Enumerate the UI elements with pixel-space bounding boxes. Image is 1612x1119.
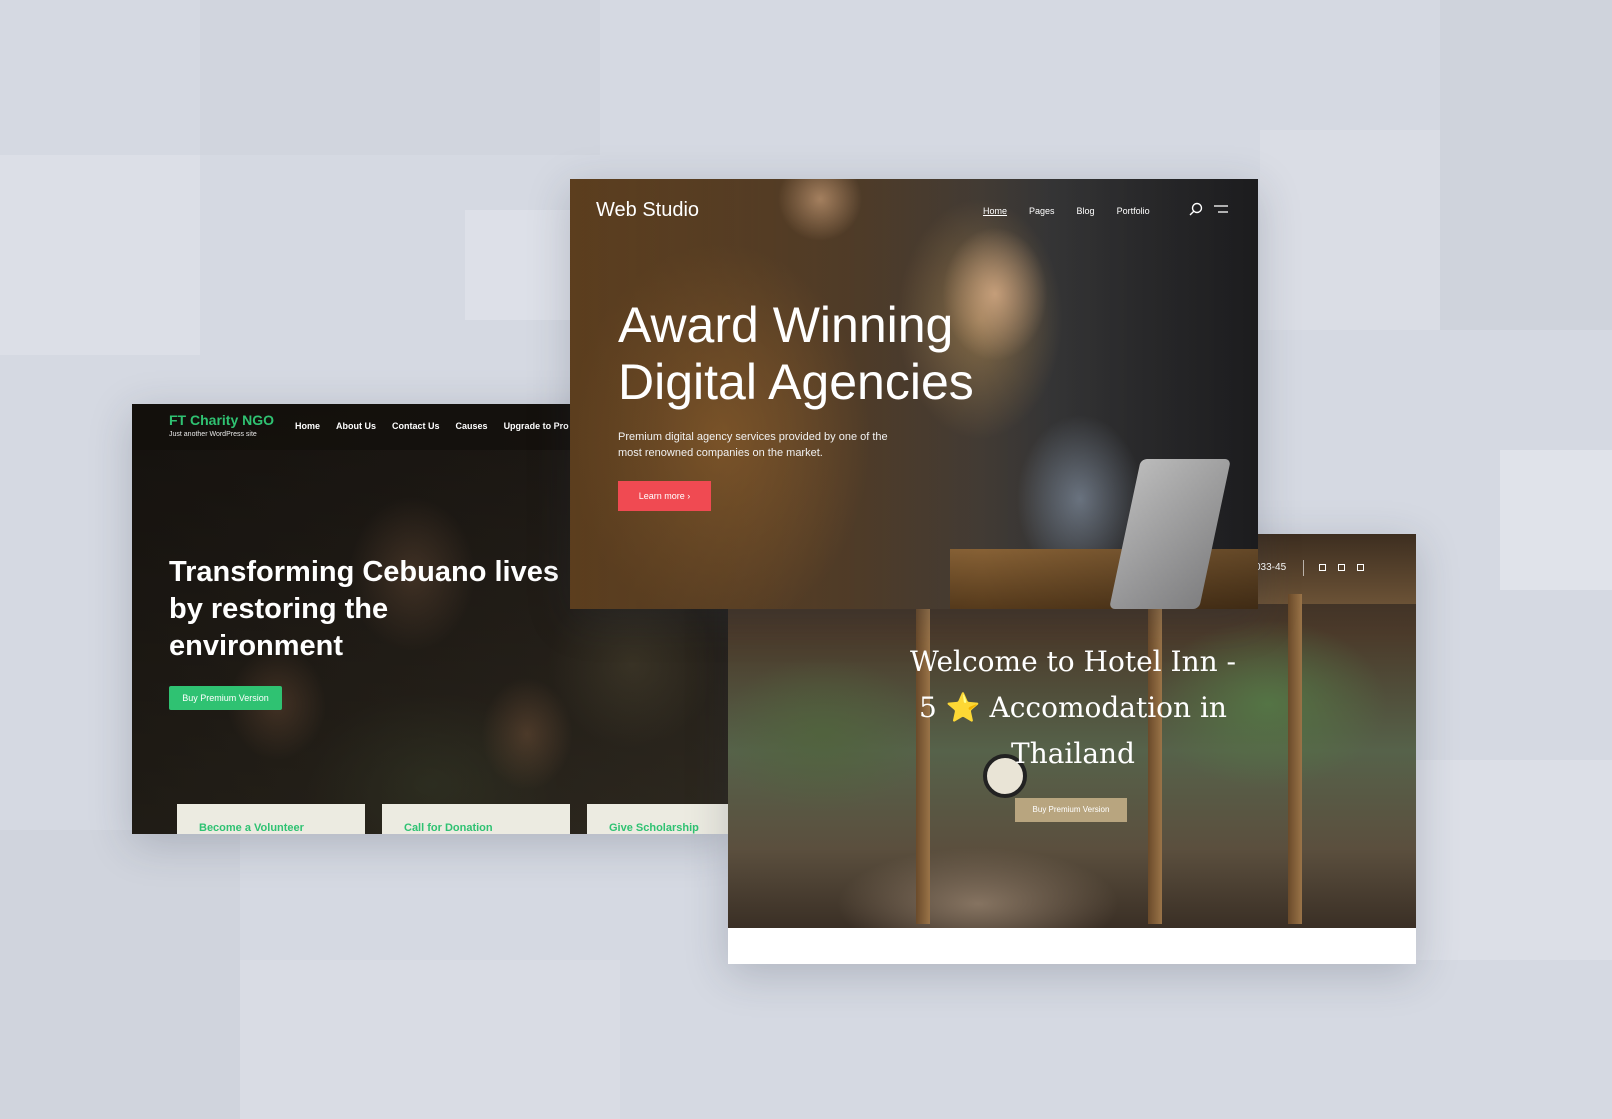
nav-item-pages[interactable]: Pages bbox=[1029, 206, 1055, 216]
nav-menu: Home Pages Blog Portfolio bbox=[983, 206, 1150, 216]
feature-card-scholarship[interactable]: Give Scholarship bbox=[587, 804, 732, 834]
header-divider bbox=[1303, 560, 1304, 576]
search-icon[interactable] bbox=[1189, 202, 1203, 216]
site-tagline: Just another WordPress site bbox=[169, 431, 257, 438]
background-tile bbox=[1410, 760, 1612, 960]
nav-item-home[interactable]: Home bbox=[983, 206, 1007, 216]
nav-item-upgrade[interactable]: Upgrade to Pro bbox=[504, 421, 569, 431]
buy-premium-button[interactable]: Buy Premium Version bbox=[1015, 798, 1127, 822]
background-tile bbox=[1260, 130, 1440, 330]
nav-item-contact-us[interactable]: Contact Us bbox=[392, 421, 440, 431]
nav-item-causes[interactable]: Causes bbox=[456, 421, 488, 431]
nav-menu: Home About Us Contact Us Causes Upgrade … bbox=[295, 421, 569, 431]
background-tile bbox=[200, 0, 600, 155]
background-tile bbox=[1440, 0, 1612, 330]
site-logo[interactable]: FT Charity NGO bbox=[169, 412, 274, 428]
social-icon[interactable] bbox=[1338, 564, 1345, 571]
background-tile bbox=[0, 830, 240, 1119]
site-logo[interactable]: Web Studio bbox=[596, 199, 699, 222]
header-phone[interactable]: 033-45 bbox=[1255, 562, 1286, 573]
background-tile bbox=[1500, 450, 1612, 590]
social-icon[interactable] bbox=[1319, 564, 1326, 571]
buy-premium-button[interactable]: Buy Premium Version bbox=[169, 686, 282, 710]
wooden-post bbox=[1288, 594, 1302, 924]
feature-card-volunteer[interactable]: Become a Volunteer bbox=[177, 804, 365, 834]
nav-item-portfolio[interactable]: Portfolio bbox=[1117, 206, 1150, 216]
feature-card-donation[interactable]: Call for Donation bbox=[382, 804, 570, 834]
agency-site-preview: Web Studio Home Pages Blog Portfolio Awa… bbox=[570, 179, 1258, 609]
nav-item-blog[interactable]: Blog bbox=[1077, 206, 1095, 216]
background-tile bbox=[0, 155, 200, 355]
hero-subtitle: Premium digital agency services provided… bbox=[618, 431, 888, 459]
hero-title: Award Winning Digital Agencies bbox=[618, 297, 974, 410]
learn-more-button[interactable]: Learn more › bbox=[618, 481, 711, 511]
hero-title: Welcome to Hotel Inn - 5 ⭐ Accomodation … bbox=[909, 645, 1237, 770]
menu-icon[interactable] bbox=[1214, 204, 1228, 214]
background-tile bbox=[240, 960, 620, 1119]
social-icon[interactable] bbox=[1357, 564, 1364, 571]
nav-item-about-us[interactable]: About Us bbox=[336, 421, 376, 431]
nav-item-home[interactable]: Home bbox=[295, 421, 320, 431]
background-tile bbox=[465, 210, 575, 320]
